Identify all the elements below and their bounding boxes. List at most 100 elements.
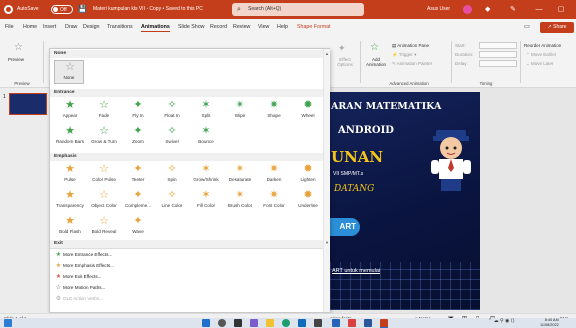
task-view-icon[interactable] [234, 319, 242, 327]
entrance-effect-fly-in[interactable]: ✦ Fly In [121, 99, 155, 123]
search-input[interactable]: ⌕ Search (Alt+Q) [232, 3, 364, 16]
tab-home[interactable]: Home [23, 24, 37, 30]
emphasis-effect-color-pulse[interactable]: ☆ Color Pulse [87, 163, 121, 187]
ribbon-tabs: File Home Insert Draw Design Transitions… [0, 19, 576, 37]
gem-icon[interactable]: ◆ [485, 0, 490, 19]
store-icon[interactable] [298, 319, 306, 327]
emphasis-effect-bold-flash[interactable]: ★ Bold Flash [53, 215, 87, 239]
entrance-effect-label: Appear [62, 113, 78, 118]
emphasis-effect-wave[interactable]: ✦ Wave [121, 215, 155, 239]
search-taskbar-icon[interactable] [218, 319, 226, 327]
start-select[interactable] [479, 42, 517, 49]
emphasis-effect-font-color[interactable]: ✷ Font Color [257, 189, 291, 213]
avatar[interactable] [463, 5, 472, 14]
duration-input[interactable] [479, 51, 517, 58]
save-icon[interactable]: 💾 [78, 0, 87, 19]
app-icon[interactable] [314, 319, 322, 327]
tab-slide-show[interactable]: Slide Show [178, 24, 205, 30]
move-earlier-button[interactable]: ⌃ Move Earlier [526, 52, 556, 58]
widgets-icon[interactable] [4, 319, 12, 327]
entrance-effect-float-in[interactable]: ✧ Float In [155, 99, 189, 123]
gallery-scrollbar[interactable]: ▲ ▼ [323, 49, 330, 312]
tab-draw[interactable]: Draw [65, 24, 77, 30]
maximize-button[interactable]: ▢ [552, 0, 570, 19]
emphasis-effect-fill-color[interactable]: ✶ Fill Color [189, 189, 223, 213]
tab-view[interactable]: View [258, 24, 269, 30]
effect-options-button[interactable]: Effect Options [332, 57, 358, 67]
entrance-effect-wipe[interactable]: ✴ Wipe [223, 99, 257, 123]
scroll-down-icon[interactable]: ▼ [325, 240, 329, 245]
pen-icon[interactable]: ✎ [510, 0, 516, 19]
slide-start-button[interactable]: ART [330, 218, 360, 236]
animation-painter-button[interactable]: ✎ Animation Painter [392, 61, 432, 67]
entrance-effect-random-bars[interactable]: ★ Random Bars [53, 125, 87, 149]
entrance-effect-zoom[interactable]: ✦ Zoom [121, 125, 155, 149]
emphasis-effect-line-color[interactable]: ✧ Line Color [155, 189, 189, 213]
entrance-effect-fade[interactable]: ☆ Fade [87, 99, 121, 123]
add-animation-icon[interactable]: ☆ [370, 42, 379, 53]
ribbon-divider [360, 41, 361, 83]
entrance-effect-grow-turn[interactable]: ☆ Grow & Turn [87, 125, 121, 149]
slide-canvas[interactable]: ARAN MATEMATIKA ANDROID UNAN VII SMP/MT.… [330, 92, 480, 310]
mail-icon[interactable] [348, 319, 356, 327]
preview-button[interactable]: Preview [8, 57, 24, 62]
preview-icon[interactable]: ☆ [14, 42, 23, 53]
start-icon[interactable] [202, 319, 210, 327]
entrance-effect-appear[interactable]: ★ Appear [53, 99, 87, 123]
more-entrance-effects[interactable]: ★ More Entrance Effects... [54, 250, 112, 259]
file-explorer-icon[interactable] [266, 319, 274, 327]
entrance-effect-bounce[interactable]: ✶ Bounce [189, 125, 223, 149]
system-tray-icons[interactable]: ⌃ ☁ ⚲ ◉ ⟨⟩ [488, 318, 515, 324]
powerpoint-taskbar-icon[interactable] [380, 319, 388, 327]
emphasis-effect-teeter[interactable]: ✦ Teeter [121, 163, 155, 187]
tab-transitions[interactable]: Transitions [107, 24, 133, 30]
emphasis-effect-spin[interactable]: ✧ Spin [155, 163, 189, 187]
emphasis-effect-underline[interactable]: ✹ Underline [291, 189, 325, 213]
emphasis-effect-object-color[interactable]: ☆ Object Color [87, 189, 121, 213]
emphasis-effect-compleme[interactable]: ✦ Compleme... [121, 189, 155, 213]
emphasis-effect-lighten[interactable]: ✹ Lighten [291, 163, 325, 187]
more-emphasis-effects[interactable]: ★ More Emphasis Effects... [54, 261, 114, 270]
emphasis-effect-brush-color[interactable]: ✴ Brush Color [223, 189, 257, 213]
emphasis-effect-pulse[interactable]: ★ Pulse [53, 163, 87, 187]
edge-icon[interactable] [282, 319, 290, 327]
entrance-effect-swivel[interactable]: ✧ Swivel [155, 125, 189, 149]
word-icon[interactable] [332, 319, 340, 327]
emphasis-effect-bold-reveal[interactable]: ☆ Bold Reveal [87, 215, 121, 239]
autosave-toggle[interactable]: Off [51, 5, 73, 14]
emphasis-effect-darken[interactable]: ✷ Darken [257, 163, 291, 187]
add-animation-button[interactable]: Add Animation [363, 57, 389, 67]
animation-pane-button[interactable]: ▤ Animation Pane [392, 43, 429, 49]
tab-design[interactable]: Design [83, 24, 100, 30]
taskbar-app-icon[interactable] [364, 319, 372, 327]
tab-animations[interactable]: Animations [141, 24, 170, 32]
tab-file[interactable]: File [5, 24, 14, 30]
minimize-button[interactable]: — [530, 0, 548, 19]
tab-review[interactable]: Review [233, 24, 250, 30]
user-name[interactable]: Asus User [427, 0, 450, 19]
tab-record[interactable]: Record [210, 24, 227, 30]
entrance-effect-wheel[interactable]: ✹ Wheel [291, 99, 325, 123]
move-later-button[interactable]: ⌄ Move Later [526, 61, 554, 67]
delay-input[interactable] [479, 60, 517, 67]
entrance-effect-split[interactable]: ✶ Split [189, 99, 223, 123]
emphasis-effect-transparency[interactable]: ★ Transparency [53, 189, 87, 213]
clock[interactable]: 8:40 AM 11/08/2022 [540, 318, 559, 328]
comment-icon[interactable]: ▭ [522, 22, 532, 33]
tab-shape-format[interactable]: Shape Format [297, 24, 331, 30]
tab-insert[interactable]: Insert [43, 24, 56, 30]
scroll-up-icon[interactable]: ▲ [325, 51, 329, 56]
emphasis-effect-desaturate[interactable]: ✴ Desaturate [223, 163, 257, 187]
more-exit-effects[interactable]: ★ More Exit Effects... [54, 272, 102, 281]
teams-icon[interactable] [250, 319, 258, 327]
emphasis-effect-grow-shrink[interactable]: ✶ Grow/Shrink [189, 163, 223, 187]
tab-help[interactable]: Help [277, 24, 288, 30]
slide-thumbnail[interactable] [9, 93, 47, 115]
entrance-effect-shape[interactable]: ✷ Shape [257, 99, 291, 123]
animation-none[interactable]: ☆ None [54, 60, 84, 84]
more-motion-paths[interactable]: ☆ More Motion Paths... [54, 283, 106, 292]
ole-action-verbs[interactable]: ⚙ OLE Action Verbs... [54, 294, 103, 303]
trigger-button[interactable]: ⚡ Trigger ▾ [392, 52, 416, 58]
share-button[interactable]: ↗ Share [540, 22, 574, 33]
document-title[interactable]: Materi kumpulan kls VII - Copy • Saved t… [93, 0, 203, 19]
